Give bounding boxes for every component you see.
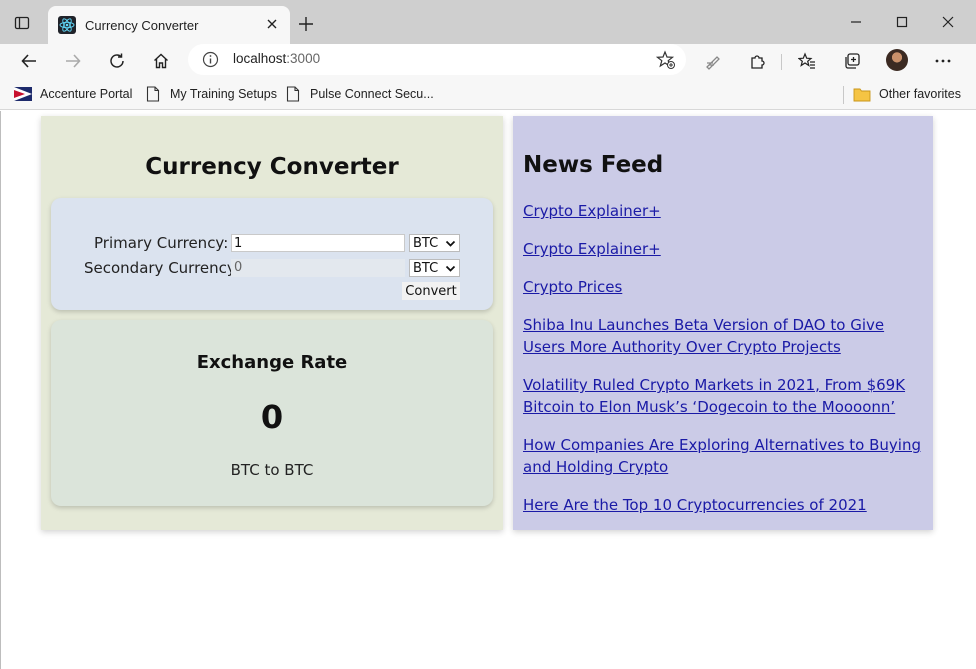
refresh-icon[interactable] — [105, 49, 129, 73]
list-item: Volatility Ruled Crypto Markets in 2021,… — [523, 374, 923, 418]
new-tab-icon[interactable] — [296, 14, 316, 34]
list-item: Here Are the Top 10 Cryptocurrencies of … — [523, 494, 923, 516]
news-link[interactable]: Crypto Explainer+ — [523, 240, 661, 258]
news-link[interactable]: Shiba Inu Launches Beta Version of DAO t… — [523, 316, 884, 356]
bookmark-label: Pulse Connect Secu... — [310, 87, 434, 101]
news-link[interactable]: Volatility Ruled Crypto Markets in 2021,… — [523, 376, 905, 416]
other-favorites-label: Other favorites — [879, 87, 961, 101]
bookmark-label: Accenture Portal — [40, 87, 133, 101]
bookmark-pulse-connect[interactable]: Pulse Connect Secu... — [284, 84, 434, 104]
bookmarks-divider — [843, 86, 844, 104]
news-link[interactable]: How Companies Are Exploring Alternatives… — [523, 436, 921, 476]
folder-icon — [853, 85, 871, 103]
news-link[interactable]: Crypto Prices — [523, 278, 622, 296]
page-viewport: Currency Converter Primary Currency: Sec… — [0, 111, 976, 669]
chevron-down-icon — [445, 263, 456, 278]
bookmark-my-training-setups[interactable]: My Training Setups — [144, 84, 277, 104]
news-link[interactable]: Here Are the Top 10 Cryptocurrencies of … — [523, 496, 867, 514]
news-link[interactable]: Crypto Explainer+ — [523, 202, 661, 220]
info-icon[interactable] — [202, 51, 219, 72]
toolbar-divider — [781, 54, 782, 70]
read-aloud-icon[interactable] — [701, 49, 725, 73]
secondary-currency-select[interactable]: BTC — [409, 259, 460, 277]
primary-currency-value: BTC — [413, 235, 439, 251]
primary-currency-label: Primary Currency: — [94, 234, 229, 252]
primary-amount-input[interactable] — [231, 234, 405, 252]
list-item: Crypto Explainer+ — [523, 238, 923, 260]
close-tab-icon[interactable] — [264, 16, 280, 32]
converter-input-card: Primary Currency: Secondary Currency: 0 … — [51, 198, 493, 310]
exchange-rate-value: 0 — [260, 398, 284, 436]
chevron-down-icon — [445, 238, 456, 253]
list-item: Crypto Explainer+ — [523, 200, 923, 222]
page-icon — [144, 85, 162, 103]
exchange-rate-title: Exchange Rate — [196, 352, 348, 373]
exchange-rate-pair: BTC to BTC — [230, 461, 314, 479]
address-bar[interactable]: localhost:3000 — [188, 44, 686, 75]
tab-title: Currency Converter — [85, 17, 199, 33]
convert-button[interactable]: Convert — [402, 282, 460, 300]
url-text: localhost:3000 — [233, 51, 320, 66]
list-item: Shiba Inu Launches Beta Version of DAO t… — [523, 314, 923, 358]
bookmarks-bar: Accenture Portal My Training Setups Puls… — [0, 78, 976, 110]
primary-currency-select[interactable]: BTC — [409, 234, 460, 252]
url-host: localhost — [233, 51, 287, 66]
currency-converter-panel: Currency Converter Primary Currency: Sec… — [41, 116, 503, 530]
exchange-rate-card: Exchange Rate 0 BTC to BTC — [51, 320, 493, 506]
bookmark-label: My Training Setups — [170, 87, 277, 101]
back-icon[interactable] — [17, 49, 41, 73]
home-icon[interactable] — [149, 49, 173, 73]
news-feed-title: News Feed — [523, 152, 664, 178]
list-item: Crypto Prices — [523, 276, 923, 298]
profile-avatar[interactable] — [886, 49, 908, 71]
close-window-icon[interactable] — [936, 10, 960, 34]
bookmark-accenture-portal[interactable]: Accenture Portal — [14, 84, 132, 104]
tab-currency-converter[interactable]: Currency Converter — [48, 6, 290, 44]
secondary-amount-output: 0 — [231, 259, 405, 277]
react-icon — [58, 16, 76, 34]
news-feed-panel: News Feed Crypto Explainer+ Crypto Expla… — [513, 116, 933, 530]
minimize-icon[interactable] — [844, 10, 868, 34]
forward-icon[interactable] — [61, 49, 85, 73]
secondary-currency-label: Secondary Currency: — [84, 259, 240, 277]
more-options-icon[interactable] — [931, 49, 955, 73]
list-item: How Companies Are Exploring Alternatives… — [523, 434, 923, 478]
tab-actions-icon[interactable] — [12, 13, 32, 33]
other-favorites[interactable]: Other favorites — [853, 84, 961, 104]
tab-strip: Currency Converter — [0, 0, 976, 44]
browser-toolbar: localhost:3000 — [0, 44, 976, 78]
favorites-icon[interactable] — [795, 49, 819, 73]
url-port: :3000 — [286, 51, 321, 66]
add-favorite-icon[interactable] — [655, 50, 676, 74]
extensions-icon[interactable] — [746, 49, 770, 73]
maximize-icon[interactable] — [890, 10, 914, 34]
accenture-flag-icon — [14, 85, 32, 103]
collections-icon[interactable] — [840, 49, 864, 73]
news-list: Crypto Explainer+ Crypto Explainer+ Cryp… — [523, 200, 923, 532]
page-icon — [284, 85, 302, 103]
converter-title: Currency Converter — [145, 154, 399, 180]
secondary-currency-value: BTC — [413, 260, 439, 276]
